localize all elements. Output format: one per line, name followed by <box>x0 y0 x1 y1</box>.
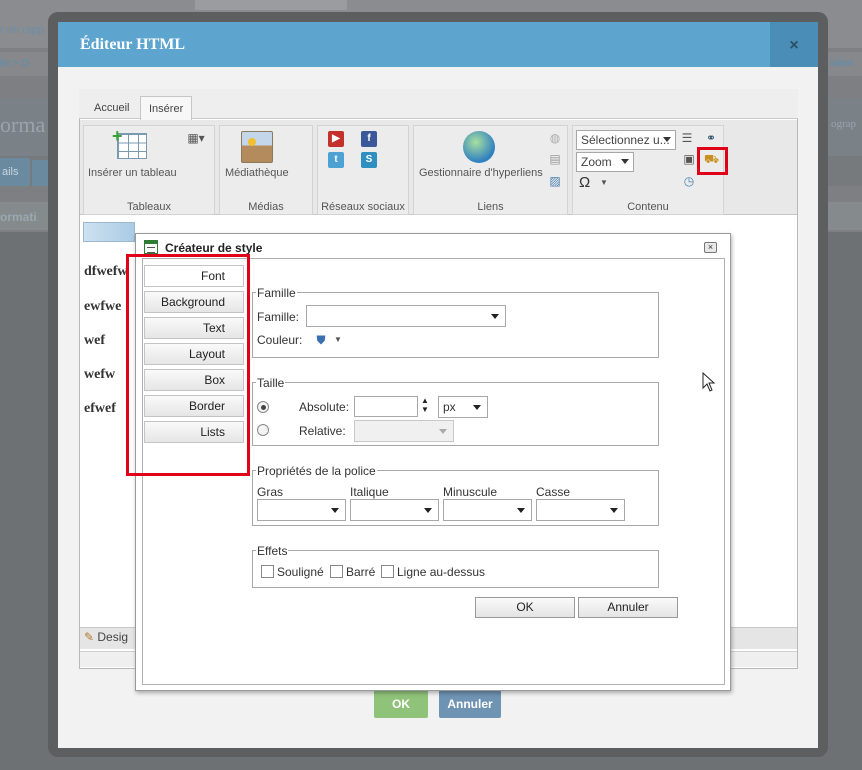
style-ok-button[interactable]: OK <box>475 597 575 618</box>
absolute-size-input[interactable] <box>354 396 418 417</box>
absolute-size-radio[interactable] <box>257 401 269 413</box>
breadcrumb-left: ile > O <box>0 58 30 69</box>
background-top-tab <box>195 0 347 10</box>
editor-ok-button[interactable]: OK <box>374 690 428 718</box>
group-liens-label: Liens <box>477 201 504 213</box>
group-contenu-label: Contenu <box>627 201 669 213</box>
facebook-icon[interactable]: f <box>361 131 377 147</box>
hyperlink-manager-button[interactable]: Gestionnaire d'hyperliens <box>419 167 543 179</box>
group-medias-label: Médias <box>248 201 284 213</box>
group-tableaux-label: Tableaux <box>126 201 172 213</box>
design-mode-label: Desig <box>97 630 129 644</box>
content-line: dfwefw <box>84 264 128 279</box>
editor-cancel-button[interactable]: Annuler <box>439 690 501 718</box>
html-editor-title: Éditeur HTML <box>80 36 186 53</box>
media-library-icon[interactable] <box>241 131 273 163</box>
image-map-icon[interactable]: ▨ <box>548 174 562 188</box>
template-icon[interactable]: ▣ <box>682 152 696 166</box>
underline-label: Souligné <box>277 565 324 579</box>
strikethrough-label: Barré <box>346 565 376 579</box>
famille-legend: Famille <box>256 286 297 300</box>
size-unit-value: px <box>443 400 456 414</box>
background-title-right: ograp <box>830 118 856 130</box>
highlight-categories <box>126 254 250 476</box>
content-line: efwef <box>84 401 116 416</box>
find-binoculars-icon[interactable]: ⚭ <box>704 131 718 145</box>
style-builder-title: Créateur de style <box>165 241 263 255</box>
insert-table-button[interactable]: Insérer un tableau <box>88 167 177 179</box>
paragraph-align-icon[interactable]: ☰ <box>680 131 694 145</box>
group-reseaux-label: Réseaux sociaux <box>321 201 405 213</box>
size-unit-select[interactable]: px <box>438 396 488 418</box>
content-image <box>83 222 135 242</box>
size-spinner-icon[interactable]: ▲ ▼ <box>421 396 429 414</box>
style-cancel-button[interactable]: Annuler <box>578 597 678 618</box>
background-info-label: ormati <box>0 210 37 224</box>
color-dropdown-icon[interactable]: ▼ <box>331 333 345 347</box>
background-top-text: r un rapp <box>0 24 45 36</box>
relative-label: Relative: <box>299 424 346 438</box>
tab-accueil[interactable]: Accueil <box>86 96 137 120</box>
taille-legend: Taille <box>256 376 286 390</box>
slideshare-icon[interactable]: S <box>361 152 377 168</box>
bold-select[interactable] <box>257 499 346 521</box>
table-options-icon[interactable]: ▦▾ <box>185 131 207 145</box>
tab-inserer[interactable]: Insérer <box>140 96 193 121</box>
content-line: wef <box>84 333 105 348</box>
design-mode-tab[interactable]: ✎ Desig <box>84 630 128 644</box>
content-line: wefw <box>84 367 116 382</box>
snippet-select[interactable]: Sélectionnez u... <box>576 130 676 150</box>
highlight-style-builder-button <box>697 147 728 175</box>
absolute-label: Absolute: <box>299 400 350 414</box>
media-library-button[interactable]: Médiathèque <box>225 167 289 179</box>
font-properties-legend: Propriétés de la police <box>256 464 377 478</box>
strikethrough-checkbox[interactable] <box>330 565 343 578</box>
anchor-icon[interactable]: ◍ <box>548 131 562 145</box>
special-characters-dropdown-icon[interactable]: ▼ <box>597 176 611 190</box>
case-label: Casse <box>536 485 571 499</box>
content-line: ewfwe <box>84 299 122 314</box>
overline-label: Ligne au-dessus <box>397 565 486 579</box>
relative-size-radio[interactable] <box>257 424 269 436</box>
color-label: Couleur: <box>257 333 303 347</box>
insert-table-icon[interactable]: + <box>112 126 147 159</box>
paint-bucket-icon[interactable]: ⛊ <box>314 333 328 347</box>
lowercase-label: Minuscule <box>443 485 498 499</box>
youtube-icon[interactable]: ▶ <box>328 131 344 147</box>
hyperlink-manager-icon[interactable] <box>463 131 495 163</box>
italic-select[interactable] <box>350 499 439 521</box>
snippet-select-value: Sélectionnez u... <box>581 133 670 147</box>
italic-label: Italique <box>350 485 389 499</box>
style-builder-title-icon <box>144 240 158 254</box>
family-label: Famille: <box>257 310 300 324</box>
font-family-select[interactable] <box>306 305 506 327</box>
document-link-icon[interactable]: ▤ <box>548 152 562 166</box>
style-builder-close-button[interactable]: × <box>704 242 717 253</box>
html-editor-close-button[interactable]: × <box>770 22 818 67</box>
background-page-title: orma <box>0 112 46 137</box>
background-tab-details: ails <box>0 158 30 186</box>
zoom-select[interactable]: Zoom <box>576 152 634 172</box>
breadcrumb-right: aliser <box>830 58 854 69</box>
underline-checkbox[interactable] <box>261 565 274 578</box>
relative-size-select[interactable] <box>354 420 454 442</box>
effects-legend: Effets <box>256 544 289 558</box>
case-select[interactable] <box>536 499 625 521</box>
clock-icon[interactable]: ◷ <box>682 174 696 188</box>
overline-checkbox[interactable] <box>381 565 394 578</box>
mouse-cursor-icon <box>702 372 716 392</box>
special-characters-button[interactable]: Ω <box>579 174 590 191</box>
zoom-select-value: Zoom <box>581 155 612 169</box>
pencil-icon: ✎ <box>84 630 98 644</box>
bold-label: Gras <box>257 485 284 499</box>
lowercase-select[interactable] <box>443 499 532 521</box>
twitter-icon[interactable]: t <box>328 152 344 168</box>
